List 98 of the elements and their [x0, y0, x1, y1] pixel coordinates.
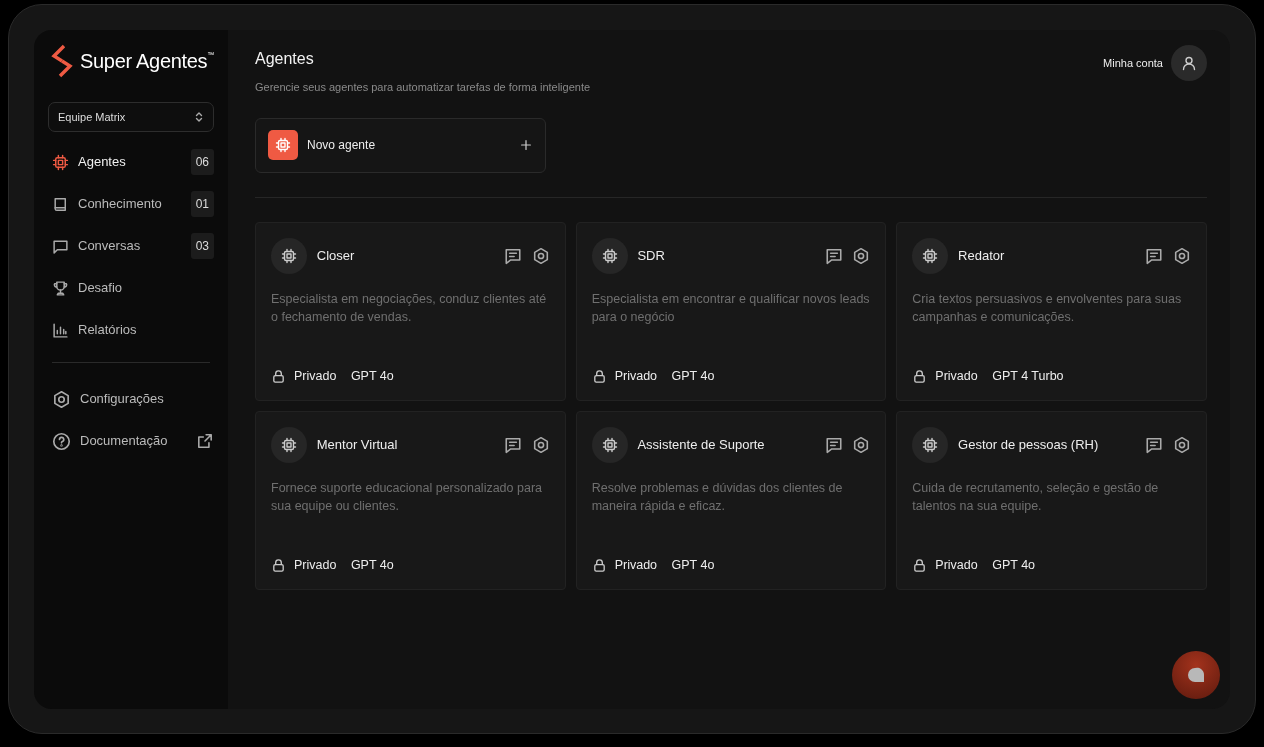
avatar-button[interactable]: [1171, 45, 1207, 81]
model-label: GPT 4o: [671, 367, 715, 385]
book-icon: [52, 195, 69, 213]
settings-icon: [1173, 435, 1191, 454]
model-label: GPT 4o: [671, 556, 715, 574]
page-subtitle: Gerencie seus agentes para automatizar tarefas de forma inteligente: [255, 80, 591, 95]
settings-button[interactable]: [852, 246, 871, 265]
settings-button[interactable]: [1173, 246, 1191, 265]
chip-icon: [268, 130, 298, 160]
sidebar-item[interactable]: Conhecimento 01: [48, 186, 214, 222]
lock-icon: [591, 557, 607, 573]
agent-name: SDR: [637, 246, 666, 265]
chevron-up-down-icon: [194, 111, 204, 123]
sidebar-item[interactable]: Conversas 03: [48, 228, 214, 264]
chat-lines-icon: [1145, 246, 1164, 265]
count-badge: 06: [190, 149, 214, 175]
count-badge: 03: [190, 233, 214, 259]
chip-icon: [281, 247, 297, 264]
team-select[interactable]: Equipe Matrix: [48, 102, 214, 132]
sidebar-item[interactable]: Agentes 06: [48, 144, 214, 180]
sidebar-item[interactable]: Relatórios: [48, 312, 214, 348]
model-label: GPT 4 Turbo: [992, 367, 1064, 385]
chat-lines-icon: [503, 246, 522, 265]
help-icon: [52, 431, 71, 451]
bar-chart-icon: [52, 321, 69, 339]
agent-description: Cuida de recrutamento, seleção e gestão de talentos na sua equipe.: [912, 479, 1160, 515]
count-badge: 01: [190, 191, 214, 217]
agent-card[interactable]: Closer Especialista em negociações, conduz clientes até o fechamento de vendas. Privado GPT 4o: [255, 221, 566, 401]
model-label: GPT 4o: [350, 556, 394, 574]
visibility-label: Privado: [935, 367, 978, 385]
agent-name: Closer: [316, 246, 356, 265]
chip-icon: [922, 436, 939, 453]
settings-icon: [531, 246, 550, 265]
settings-button[interactable]: [531, 435, 550, 454]
settings-button[interactable]: [852, 435, 871, 454]
settings-button[interactable]: [531, 246, 550, 265]
model-label: GPT 4o: [350, 367, 394, 385]
logo-icon: [50, 44, 74, 78]
chat-button[interactable]: [824, 246, 843, 265]
chat-launcher-button[interactable]: [1172, 651, 1220, 699]
user-icon: [1181, 55, 1197, 71]
visibility-label: Privado: [935, 556, 978, 574]
chat-lines-icon: [824, 435, 843, 454]
agent-name: Redator: [958, 246, 1006, 265]
agent-card[interactable]: Gestor de pessoas (RH) Cuida de recrutamento, seleção e gestão de talentos na sua equipe. Privado GPT 4o: [896, 410, 1207, 590]
chat-button[interactable]: [824, 435, 843, 454]
agent-card[interactable]: Assistente de Suporte Resolve problemas e dúvidas dos clientes de maneira rápida e eficaz. Privado GPT 4o: [575, 410, 887, 590]
sidebar-item[interactable]: Documentação: [48, 423, 214, 459]
external-link-icon: [196, 432, 214, 450]
settings-icon: [852, 435, 871, 454]
lock-icon: [912, 368, 928, 384]
lock-icon: [271, 557, 286, 573]
chat-lines-icon: [824, 246, 843, 265]
settings-icon: [531, 435, 550, 454]
chat-button[interactable]: [1145, 435, 1164, 454]
page-title: Agentes: [255, 49, 315, 69]
visibility-label: Privado: [294, 556, 337, 574]
visibility-label: Privado: [614, 367, 658, 385]
settings-icon: [1173, 246, 1191, 265]
chat-lines-icon: [503, 435, 522, 454]
chat-button[interactable]: [503, 246, 522, 265]
trophy-icon: [52, 279, 69, 297]
brand-name: Super Agentes$^{™}$: [80, 49, 214, 74]
agent-description: Resolve problemas e dúvidas dos clientes de maneira rápida e eficaz.: [591, 479, 844, 515]
chat-bubble-icon: [1187, 667, 1205, 683]
settings-icon: [52, 389, 71, 409]
visibility-label: Privado: [294, 367, 337, 385]
visibility-label: Privado: [614, 556, 658, 574]
chat-button[interactable]: [503, 435, 522, 454]
sidebar-item[interactable]: Configurações: [48, 381, 214, 417]
agent-card[interactable]: Mentor Virtual Fornece suporte educacional personalizado para sua equipe ou clientes. Privado GPT 4o: [255, 410, 566, 590]
chip-icon: [601, 436, 618, 453]
chip-icon: [601, 247, 618, 264]
lock-icon: [591, 368, 607, 384]
chip-icon: [52, 153, 69, 171]
chat-bubble-icon: [52, 237, 69, 255]
chat-button[interactable]: [1145, 246, 1164, 265]
agent-card[interactable]: Redator Cria textos persuasivos e envolventes para suas campanhas e comunicações. Privado GPT 4 Turbo: [896, 221, 1207, 401]
account-link[interactable]: Minha conta: [1103, 54, 1163, 72]
settings-button[interactable]: [1173, 435, 1191, 454]
agent-card[interactable]: SDR Especialista em encontrar e qualificar novos leads para o negócio Privado GPT 4o: [575, 221, 887, 401]
agent-description: Especialista em negociações, conduz clientes até o fechamento de vendas.: [271, 290, 548, 326]
new-agent-button[interactable]: Novo agente: [255, 117, 546, 173]
plus-icon: [519, 138, 533, 152]
settings-icon: [852, 246, 871, 265]
agent-name: Gestor de pessoas (RH): [958, 435, 1100, 454]
chat-lines-icon: [1145, 435, 1164, 454]
agent-description: Fornece suporte educacional personalizado para sua equipe ou clientes.: [271, 479, 543, 515]
agent-description: Cria textos persuasivos e envolventes para suas campanhas e comunicações.: [912, 290, 1183, 326]
agent-name: Assistente de Suporte: [637, 435, 766, 454]
agent-description: Especialista em encontrar e qualificar novos leads para o negócio: [591, 290, 871, 326]
agent-name: Mentor Virtual: [316, 435, 399, 454]
sidebar-item[interactable]: Desafio: [48, 270, 214, 306]
chip-icon: [922, 247, 939, 264]
lock-icon: [271, 368, 286, 384]
lock-icon: [912, 557, 928, 573]
chip-icon: [281, 436, 297, 453]
model-label: GPT 4o: [992, 556, 1036, 574]
